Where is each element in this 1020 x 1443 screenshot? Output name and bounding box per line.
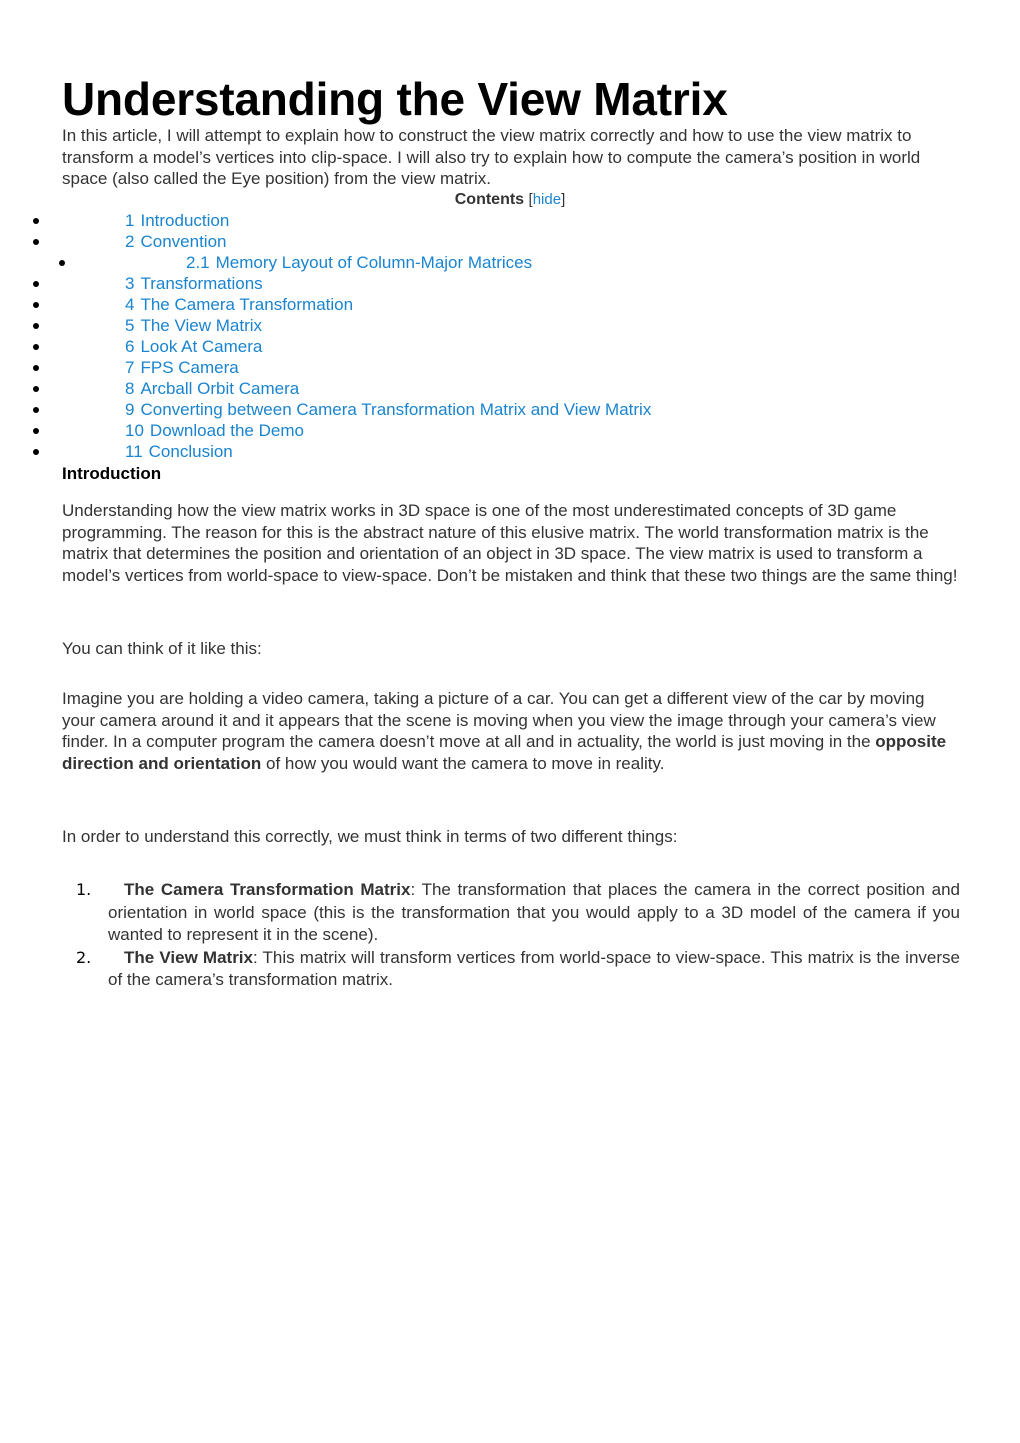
paragraph-think-like-this: You can think of it like this:	[62, 639, 262, 658]
toc-link-conclusion[interactable]: 11 Conclusion	[125, 441, 233, 462]
bullet-icon	[33, 407, 39, 413]
toc-item: 1 Introduction	[0, 210, 1020, 231]
toc-item: 5 The View Matrix	[0, 315, 1020, 336]
toc-item: 10 Download the Demo	[0, 420, 1020, 441]
bullet-icon	[33, 218, 39, 224]
paragraph-camera-analogy: Imagine you are holding a video camera, …	[62, 689, 947, 773]
toc-header: Contents [hide]	[0, 189, 1020, 210]
toc-title: Contents	[454, 191, 525, 208]
toc-link-convention[interactable]: 2 Convention	[125, 231, 226, 252]
bullet-icon	[33, 281, 39, 287]
bullet-icon	[33, 323, 39, 329]
toc-item: 4 The Camera Transformation	[0, 294, 1020, 315]
toc-link-arcball-camera[interactable]: 8 Arcball Orbit Camera	[125, 378, 299, 399]
toc-hide-link[interactable]: hide	[533, 191, 561, 208]
toc-item: 6 Look At Camera	[0, 336, 1020, 357]
paragraph-view-matrix-overview: Understanding how the view matrix works …	[62, 501, 958, 585]
definition-term: The View Matrix	[124, 947, 253, 967]
definitions-list: 1. The Camera Transformation Matrix: The …	[62, 879, 960, 992]
toc-link-camera-transformation[interactable]: 4 The Camera Transformation	[125, 294, 353, 315]
toc-link-introduction[interactable]: 1 Introduction	[125, 210, 229, 231]
toc-link-view-matrix[interactable]: 5 The View Matrix	[125, 315, 262, 336]
bullet-icon	[33, 302, 39, 308]
toc-bracket-close: ]	[561, 191, 566, 208]
toc-item: 7 FPS Camera	[0, 357, 1020, 378]
toc-link-transformations[interactable]: 3 Transformations	[125, 273, 263, 294]
toc-item: 11 Conclusion	[0, 441, 1020, 462]
paragraph-two-things: In order to understand this correctly, w…	[62, 827, 678, 846]
toc-link-fps-camera[interactable]: 7 FPS Camera	[125, 357, 239, 378]
toc-link-converting[interactable]: 9 Converting between Camera Transformatio…	[125, 399, 651, 420]
bullet-icon	[33, 344, 39, 350]
list-marker: 2.	[76, 947, 92, 967]
definition-item: 2. The View Matrix: This matrix will tran…	[62, 947, 960, 992]
bullet-icon	[33, 428, 39, 434]
bullet-icon	[33, 239, 39, 245]
definition-item: 1. The Camera Transformation Matrix: The …	[62, 879, 960, 947]
toc-link-memory-layout[interactable]: 2.1 Memory Layout of Column-Major Matrice…	[186, 252, 532, 273]
toc-item: 2 Convention	[0, 231, 1020, 252]
bullet-icon	[33, 386, 39, 392]
bullet-icon	[33, 365, 39, 371]
toc-item: 9 Converting between Camera Transformatio…	[0, 399, 1020, 420]
toc-link-look-at-camera[interactable]: 6 Look At Camera	[125, 336, 262, 357]
bullet-icon	[33, 449, 39, 455]
definition-term: The Camera Transformation Matrix	[124, 880, 411, 899]
bullet-icon	[59, 260, 65, 266]
section-heading-introduction: Introduction	[62, 464, 162, 483]
list-marker: 1.	[76, 880, 92, 899]
toc-item: 8 Arcball Orbit Camera	[0, 378, 1020, 399]
table-of-contents: 1 Introduction 2 Convention 2.1 Memory Layo…	[0, 210, 1020, 462]
toc-item: 2.1 Memory Layout of Column-Major Matrice…	[0, 252, 1020, 273]
toc-link-download-demo[interactable]: 10 Download the Demo	[125, 420, 304, 441]
intro-paragraph: In this article, I will attempt to expla…	[62, 126, 921, 188]
page-title: Understanding the View Matrix	[62, 73, 728, 125]
toc-item: 3 Transformations	[0, 273, 1020, 294]
